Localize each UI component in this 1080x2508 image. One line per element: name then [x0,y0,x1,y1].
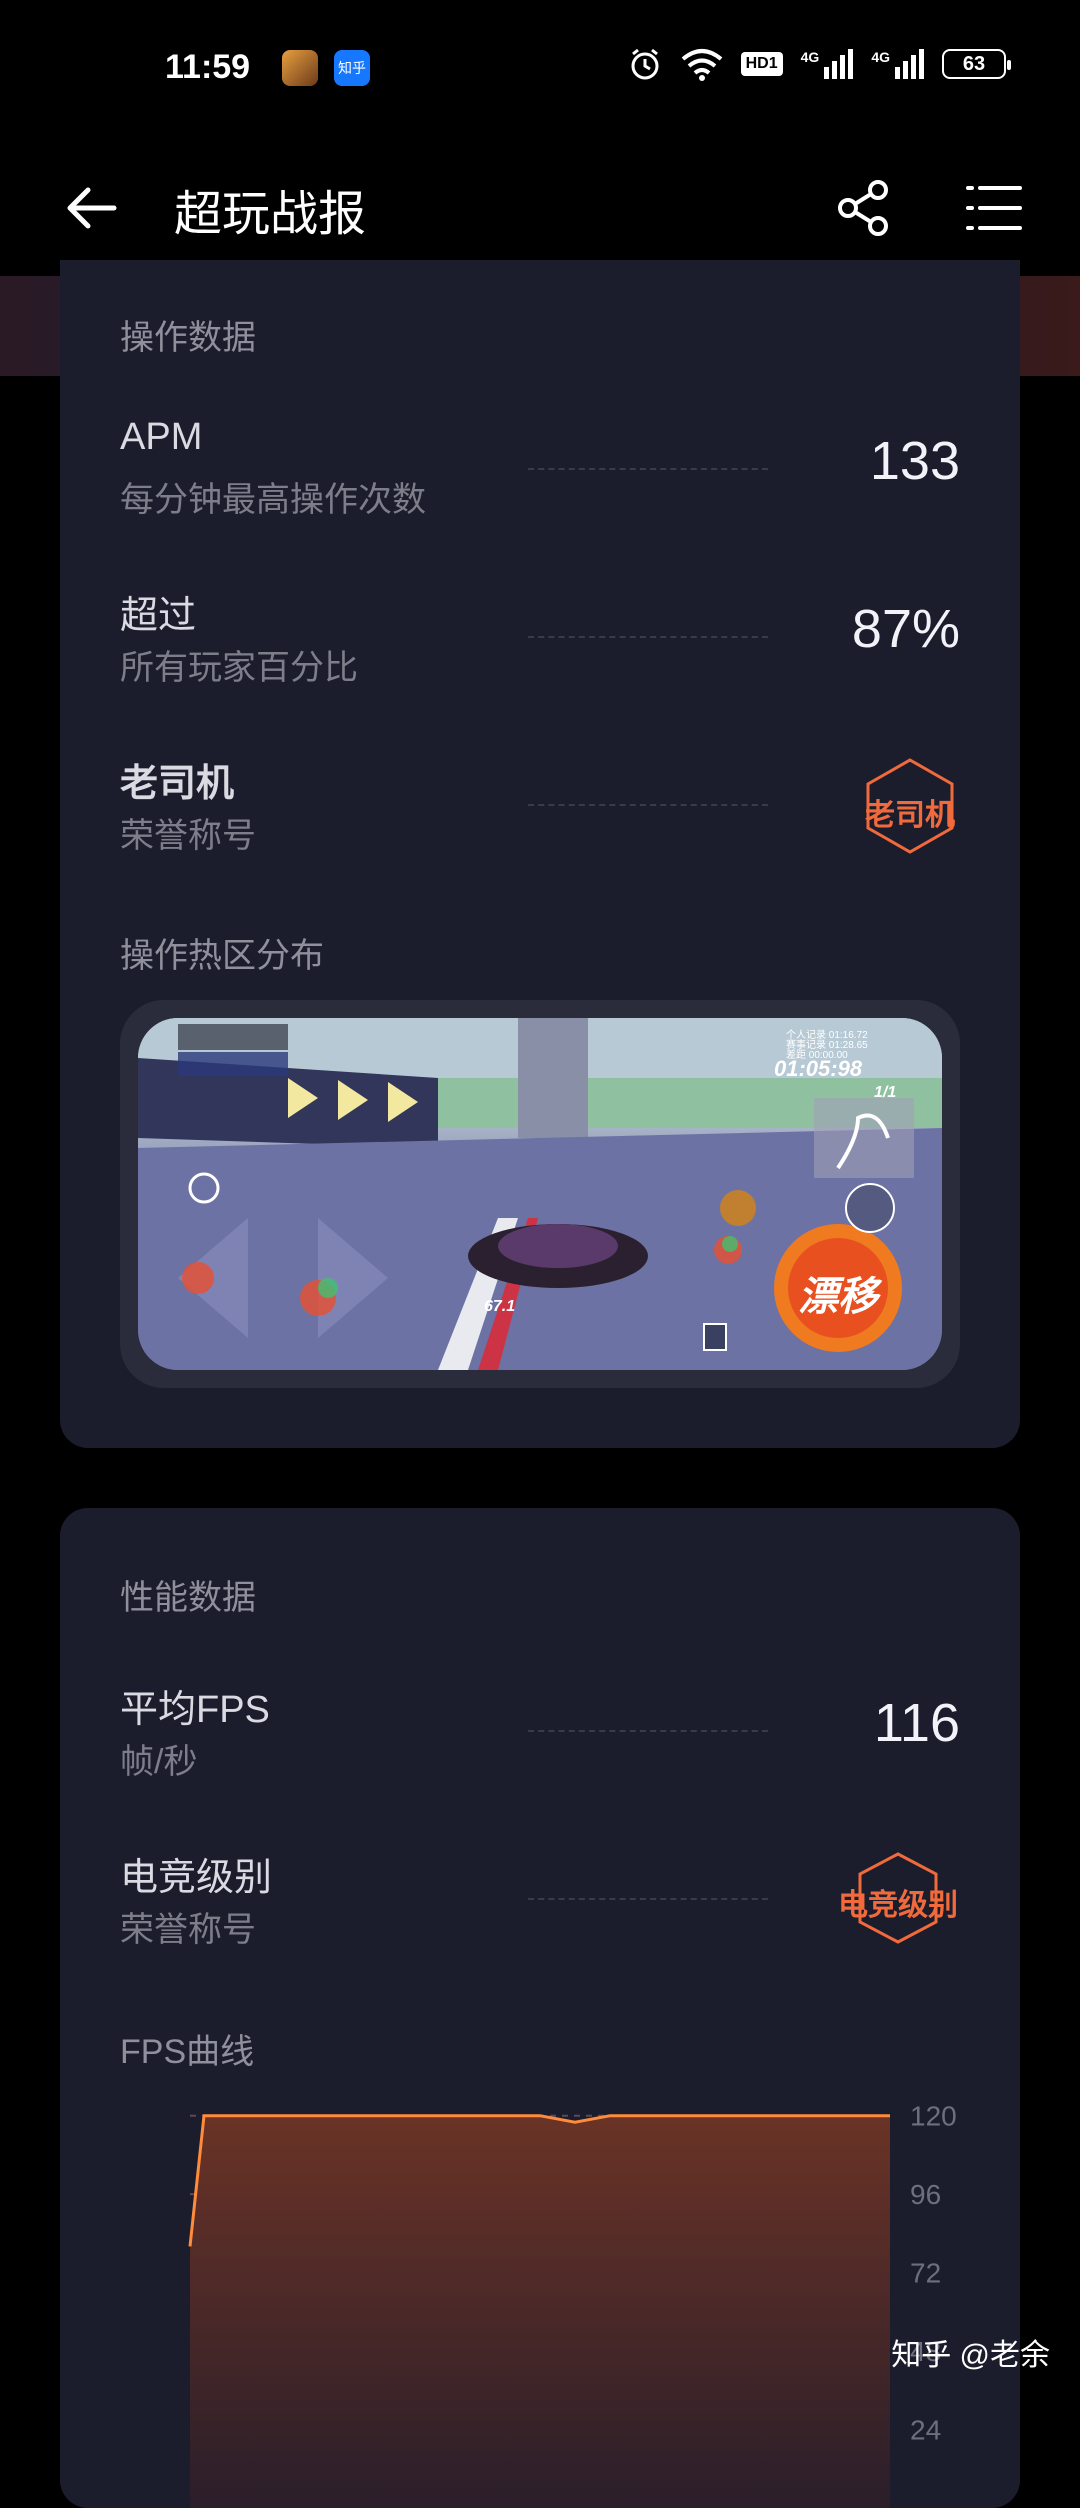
fps-tick-label: 24 [910,2415,941,2446]
status-indicators: HD1 4G 4G 63 [627,46,1011,82]
zhihu-icon-label: 知乎 [338,60,366,76]
heatmap-title: 操作热区分布 [120,937,324,975]
honor-title-divider [528,804,768,806]
race-record-3: 差距 00:00.00 [786,1050,848,1061]
battery-icon: 63 [942,49,1011,79]
apm-value: 133 [869,431,960,491]
percentile-label: 超过 [120,595,197,637]
fps-tick-label: 120 [910,2101,957,2132]
battery-level: 63 [962,52,986,75]
speed-readout: 67.1 [484,1298,516,1315]
esports-level-label: 电竞级别 [120,1857,273,1899]
drift-button-label: 漂移 [798,1275,878,1319]
percentile-value: 87% [851,599,960,659]
percentile-divider [528,636,768,638]
avg-fps-label: 平均FPS [120,1689,270,1731]
status-time: 11:59 [165,48,251,86]
esports-level-divider [528,1898,768,1900]
signal-icon-2: 4G [871,49,924,79]
network-type-2: 4G [871,49,890,65]
avg-fps-value: 116 [873,1693,960,1753]
performance-section-title: 性能数据 [120,1579,256,1617]
apm-label: APM [120,416,203,458]
avg-fps-sub: 帧/秒 [120,1743,198,1781]
honor-title-label: 老司机 [120,763,235,805]
game-app-icon [282,50,318,86]
network-type-1: 4G [800,49,820,65]
heatmap-screenshot: 01:05:98 个人记录 01:16.72 赛事记录 01:28.65 差距 … [138,1018,942,1370]
alarm-icon [631,48,659,80]
veteran-driver-badge: 老司机 [860,756,960,856]
operations-section-title: 操作数据 [120,319,256,357]
apm-sub: 每分钟最高操作次数 [120,481,426,519]
signal-icon-1: 4G [801,49,854,79]
operations-card: 操作数据 APM 每分钟最高操作次数 133 超过 所有玩家百分比 87% 老司… [60,260,1020,1448]
avg-fps-divider [528,1730,768,1732]
page-title: 超玩战报 [174,188,367,241]
fps-chart-title: FPS曲线 [120,2033,255,2071]
percentile-row: 超过 所有玩家百分比 87% [120,584,960,714]
back-arrow-icon[interactable] [60,176,124,240]
wifi-icon [681,49,722,81]
fps-chart: 12096724824 [188,2101,957,2508]
zhihu-app-icon: 知乎 [334,50,370,86]
fps-area [190,2115,890,2508]
apm-divider [528,468,768,470]
fps-tick-label: 96 [910,2179,941,2210]
fps-tick-label: 72 [910,2258,941,2289]
veteran-driver-badge-text: 老司机 [865,799,955,832]
honor-title-sub: 荣誉称号 [120,817,256,855]
esports-level-row: 电竞级别 荣誉称号 电竞级别 [120,1846,960,1976]
avg-fps-row: 平均FPS 帧/秒 116 [120,1678,960,1808]
esports-level-sub: 荣誉称号 [120,1911,256,1949]
apm-row: APM 每分钟最高操作次数 133 [120,416,960,546]
esports-level-badge-text: 电竞级别 [838,1889,958,1922]
esports-level-badge: 电竞级别 [836,1850,960,1946]
list-menu-icon[interactable] [962,176,1026,240]
honor-title-row: 老司机 荣誉称号 老司机 [120,752,960,882]
hd-voice-badge: HD1 [740,52,783,76]
status-bar: 11:59 知乎 HD1 4G 4G 63 [0,0,1080,140]
performance-card: 性能数据 平均FPS 帧/秒 116 电竞级别 荣誉称号 电竞级别 FPS曲线 … [60,1508,1020,2508]
lap-counter: 1/1 [874,1084,897,1101]
share-icon[interactable] [832,176,896,240]
percentile-sub: 所有玩家百分比 [120,649,358,687]
watermark: 知乎 @老余 [891,2339,1050,2372]
app-header: 超玩战报 [0,140,1080,276]
heatmap-frame: 01:05:98 个人记录 01:16.72 赛事记录 01:28.65 差距 … [120,1000,960,1388]
